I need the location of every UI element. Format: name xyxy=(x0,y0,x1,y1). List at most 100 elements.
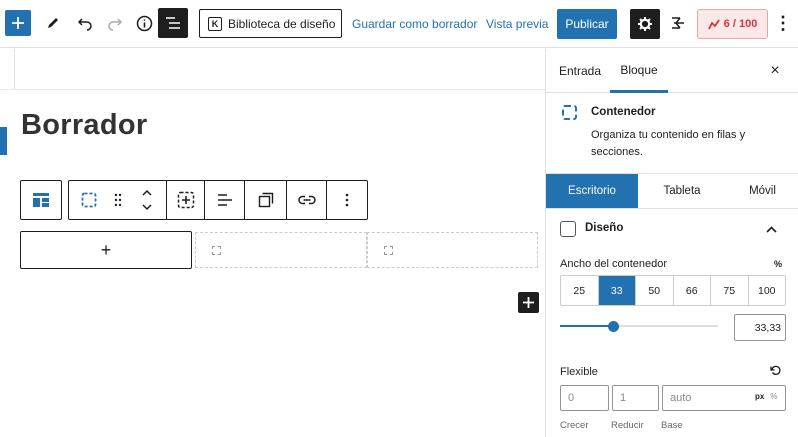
design-panel-title: Diseño xyxy=(585,222,624,234)
settings-button[interactable] xyxy=(630,9,660,39)
post-title[interactable]: Borrador xyxy=(21,109,147,142)
column-add-button[interactable]: + xyxy=(20,231,192,269)
chevron-up-down-icon xyxy=(141,189,152,211)
layout-icon xyxy=(560,221,576,237)
tools-button[interactable] xyxy=(40,10,66,36)
container-icon xyxy=(562,105,577,120)
link-button[interactable] xyxy=(287,181,327,219)
more-icon: ⋮ xyxy=(774,12,792,33)
design-panel-toggle[interactable]: Diseño xyxy=(546,209,798,249)
flex-shrink-input[interactable]: 1 xyxy=(612,385,659,411)
flex-grow-label: Crecer xyxy=(560,420,589,431)
redo-button[interactable] xyxy=(102,10,128,36)
block-title: Contenedor xyxy=(591,106,656,118)
tab-tableta[interactable]: Tableta xyxy=(638,174,726,208)
block-controls-group xyxy=(68,180,368,220)
editor-canvas: Borrador + xyxy=(0,49,545,437)
gear-icon xyxy=(638,17,652,31)
width-preset-button[interactable]: 100 xyxy=(749,276,786,305)
block-description: Organiza tu contenido en filas y seccion… xyxy=(591,129,746,158)
block-card: Contenedor Organiza tu contenido en fila… xyxy=(546,93,798,174)
tab-entrada[interactable]: Entrada xyxy=(559,49,601,93)
column-placeholder[interactable] xyxy=(195,232,367,268)
undo-button[interactable] xyxy=(72,10,98,36)
block-type-button[interactable] xyxy=(21,181,61,219)
flex-basis-label: Base xyxy=(661,420,683,431)
design-library-button[interactable]: K Biblioteca de diseño xyxy=(199,9,342,38)
kadence-button[interactable] xyxy=(665,10,691,36)
flex-grow-input[interactable]: 0 xyxy=(560,385,609,411)
link-icon xyxy=(297,195,316,205)
close-icon: × xyxy=(770,62,780,79)
column-placeholder[interactable] xyxy=(367,232,538,268)
chevron-up-icon xyxy=(766,221,777,236)
device-tabs: Escritorio Tableta Móvil xyxy=(546,174,798,209)
add-block-toggle-button[interactable] xyxy=(5,10,31,36)
width-preset-button[interactable]: 25 xyxy=(561,276,599,305)
score-icon xyxy=(707,19,720,29)
move-up-down-button[interactable] xyxy=(127,181,167,219)
container-width-label: Ancho del contenedor xyxy=(560,258,668,270)
width-preset-button[interactable]: 75 xyxy=(711,276,749,305)
flex-shrink-label: Reducir xyxy=(611,420,644,431)
close-sidebar-button[interactable]: × xyxy=(766,62,784,80)
flex-fields: 0 1 auto px % xyxy=(560,385,786,411)
details-button[interactable] xyxy=(131,10,157,36)
canvas-divider xyxy=(0,89,545,90)
duplicate-button[interactable] xyxy=(245,181,287,219)
publish-button[interactable]: Publicar xyxy=(557,9,617,39)
flex-reset-button[interactable] xyxy=(770,365,781,379)
flexible-label: Flexible xyxy=(560,366,598,378)
tab-movil[interactable]: Móvil xyxy=(726,174,798,208)
select-parent-button[interactable] xyxy=(69,181,109,219)
design-library-label: Biblioteca de diseño xyxy=(228,16,336,31)
editor-top-toolbar: K Biblioteca de diseño Guardar como borr… xyxy=(0,0,798,48)
seo-score-label: 6 / 100 xyxy=(723,18,758,30)
block-options-button[interactable] xyxy=(327,181,367,219)
options-button[interactable]: ⋮ xyxy=(774,10,792,36)
pen-icon xyxy=(48,18,58,28)
block-type-group xyxy=(20,180,62,220)
seo-score-button[interactable]: 6 / 100 xyxy=(697,9,768,39)
add-block-icon xyxy=(177,191,194,209)
tab-escritorio[interactable]: Escritorio xyxy=(546,174,638,208)
undo-icon xyxy=(77,18,92,31)
width-value-input[interactable]: 33,33 xyxy=(734,314,786,341)
save-draft-button[interactable]: Guardar como borrador xyxy=(352,10,477,38)
sidebar-tabs: Entrada Bloque × xyxy=(546,49,798,93)
container-placeholder-icon xyxy=(212,245,221,255)
align-button[interactable] xyxy=(205,181,245,219)
align-left-icon xyxy=(217,194,232,206)
width-preset-button[interactable]: 66 xyxy=(674,276,711,305)
plus-icon xyxy=(523,297,534,308)
width-slider-fill xyxy=(560,325,613,327)
copy-icon xyxy=(258,192,273,208)
canvas-divider xyxy=(14,49,15,89)
list-view-button[interactable] xyxy=(158,8,188,38)
block-toolbar xyxy=(20,180,368,220)
unit-percent-button[interactable]: % xyxy=(770,392,777,401)
add-inner-block-button[interactable] xyxy=(167,181,205,219)
settings-sidebar: Entrada Bloque × Contenedor Organiza tu … xyxy=(545,49,798,437)
width-slider-thumb[interactable] xyxy=(607,321,619,332)
container-icon xyxy=(81,192,97,208)
drag-handle[interactable] xyxy=(109,181,127,219)
tab-bloque[interactable]: Bloque xyxy=(610,49,668,93)
flex-unit-selector: px % xyxy=(755,392,777,401)
container-layout-icon xyxy=(33,193,49,207)
container-row: + xyxy=(20,231,538,269)
drag-handle-icon xyxy=(114,193,122,207)
width-unit-label[interactable]: % xyxy=(774,259,782,269)
kadence-icon xyxy=(672,17,684,29)
width-preset-button[interactable]: 50 xyxy=(636,276,674,305)
container-placeholder-icon xyxy=(384,245,393,255)
preview-button[interactable]: Vista previa xyxy=(486,10,548,38)
unit-px-button[interactable]: px xyxy=(755,392,764,401)
library-icon: K xyxy=(208,16,222,31)
width-presets: 25 33 50 66 75 100 xyxy=(560,275,786,306)
add-block-button[interactable] xyxy=(518,292,539,313)
more-vertical-icon xyxy=(345,193,349,207)
width-preset-button[interactable]: 33 xyxy=(598,276,636,305)
info-icon xyxy=(136,15,152,31)
list-view-icon xyxy=(166,17,180,29)
